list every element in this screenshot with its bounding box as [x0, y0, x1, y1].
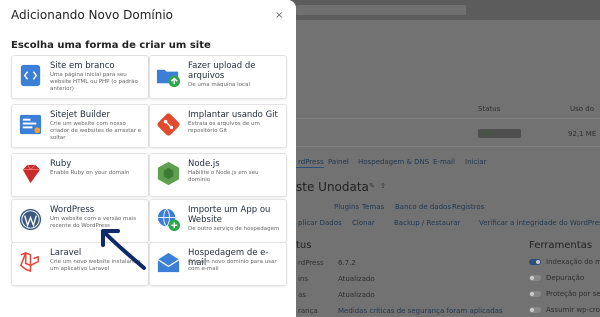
card-title: Laravel [50, 248, 82, 258]
row-label: rança [298, 307, 318, 315]
ruby-icon [22, 164, 41, 184]
laravel-icon [20, 252, 39, 272]
top-bar-search [296, 5, 466, 15]
toggle-switch[interactable] [529, 307, 541, 313]
sitejet-icon [19, 114, 42, 135]
email-icon [157, 252, 180, 273]
tool-label: Indexação do mec [546, 258, 600, 266]
row-label: as [298, 291, 306, 299]
card-desc: Um website com a versão mais recente do … [50, 216, 137, 229]
import-globe-icon [157, 208, 181, 232]
tab-active-indicator [296, 167, 324, 168]
card-desc: Uma página inicial para seu website HTML… [50, 72, 138, 92]
card-desc: Habilite o Node.js em seu domínio [188, 170, 259, 183]
tab-wordpress[interactable]: rdPress [298, 158, 324, 166]
tool-label: Proteção por senh [546, 290, 600, 298]
option-laravel[interactable]: Laravel Crie um novo website instalando … [11, 242, 149, 286]
row-label: rdPress [298, 259, 324, 267]
nodejs-icon [157, 161, 180, 186]
option-upload-files[interactable]: Fazer upload de arquivos De uma máquina … [149, 55, 287, 99]
card-desc: De outro serviço de hospedagem [188, 226, 280, 232]
card-desc: Crie um website com nosso criador de web… [50, 121, 142, 141]
option-blank-site[interactable]: Site em branco Uma página inicial para s… [11, 55, 149, 99]
row-value-security[interactable]: Medidas críticas de segurança foram apli… [338, 307, 503, 315]
card-desc: Enable Ruby on your domain [50, 170, 130, 176]
toggle-switch[interactable] [529, 275, 541, 281]
card-title: Importe um App ou Website [188, 205, 271, 225]
row-label: ins [298, 275, 309, 283]
divider [296, 146, 600, 147]
toggle-switch[interactable] [529, 259, 541, 265]
tab-hospedagem[interactable]: Hospedagem & DNS [358, 158, 429, 166]
option-email-hosting[interactable]: Hospedagem de e-mail Crie um novo domíni… [149, 242, 287, 286]
status-badge-label: Ativo [481, 130, 497, 137]
site-title: ste Unodata [296, 180, 369, 194]
tab-iniciar[interactable]: Iniciar [465, 158, 486, 166]
action-clonar[interactable]: Clonar [352, 219, 375, 227]
option-wordpress[interactable]: WordPress Um website com a versão mais r… [11, 199, 149, 243]
card-title: Sitejet Builder [50, 110, 111, 120]
quick-link-registros[interactable]: Registros [452, 203, 484, 211]
upload-folder-icon [156, 69, 181, 88]
card-desc: De uma máquina local [188, 82, 250, 88]
dialog-title: Adicionando Novo Domínio [11, 8, 174, 22]
divider [296, 118, 600, 119]
status-section-title: tus [296, 240, 312, 251]
card-desc: Crie um novo domínio para usar com e-mai… [188, 259, 277, 272]
git-icon [157, 113, 180, 136]
add-domain-dialog: Adicionando Novo Domínio × Escolha uma f… [0, 0, 296, 317]
page-content [296, 20, 600, 317]
quick-link-banco[interactable]: Banco de dados [395, 203, 451, 211]
dialog-subtitle: Escolha uma forma de criar um site [11, 40, 211, 51]
tool-label: Depuração [546, 274, 585, 282]
status-badge: Ativo [478, 129, 521, 138]
share-icon[interactable]: ⇪ [380, 182, 386, 190]
option-import-app[interactable]: Importe um App ou Website De outro servi… [149, 199, 287, 243]
wordpress-icon [19, 208, 42, 231]
card-title: Implantar usando Git [188, 110, 278, 120]
tab-painel[interactable]: Painel [328, 158, 349, 166]
row-value: 6.7.2 [338, 259, 356, 267]
card-desc: Extraia os arquivos de um repositório Gi… [188, 121, 260, 134]
tools-title: Ferramentas [529, 240, 593, 251]
card-title: Node.js [188, 159, 220, 169]
usage-value: 92,1 ME [568, 130, 597, 138]
row-value: Atualizado [338, 275, 375, 283]
card-title: Site em branco [50, 61, 115, 71]
option-deploy-git[interactable]: Implantar usando Git Extraia os arquivos… [149, 104, 287, 148]
edit-icon[interactable]: ✎ [369, 182, 375, 190]
tool-label: Assumir wp-cron. [546, 306, 600, 314]
close-icon[interactable]: × [275, 10, 283, 21]
option-ruby[interactable]: Ruby Enable Ruby on your domain [11, 153, 149, 197]
card-title: Ruby [50, 159, 72, 169]
action-duplicar[interactable]: plicar Dados [298, 219, 342, 227]
card-desc: Crie um novo website instalando um aplic… [50, 259, 141, 272]
row-value: Atualizado [338, 291, 375, 299]
quick-link-plugins[interactable]: Plugins [334, 203, 359, 211]
action-backup[interactable]: Backup / Restaurar [394, 219, 461, 227]
action-verificar[interactable]: Verificar a integridade do WordPress [479, 219, 600, 227]
toggle-switch[interactable] [529, 291, 541, 297]
tab-email[interactable]: E-mail [433, 158, 455, 166]
card-title: WordPress [50, 205, 95, 215]
option-nodejs[interactable]: Node.js Habilite o Node.js em seu domíni… [149, 153, 287, 197]
code-file-icon [20, 64, 41, 87]
quick-link-temas[interactable]: Temas [362, 203, 384, 211]
option-sitejet-builder[interactable]: Sitejet Builder Crie um website com noss… [11, 104, 149, 148]
usage-header: Uso do [570, 105, 595, 113]
status-header: Status [478, 105, 501, 113]
card-title: Fazer upload de arquivos [188, 61, 256, 81]
